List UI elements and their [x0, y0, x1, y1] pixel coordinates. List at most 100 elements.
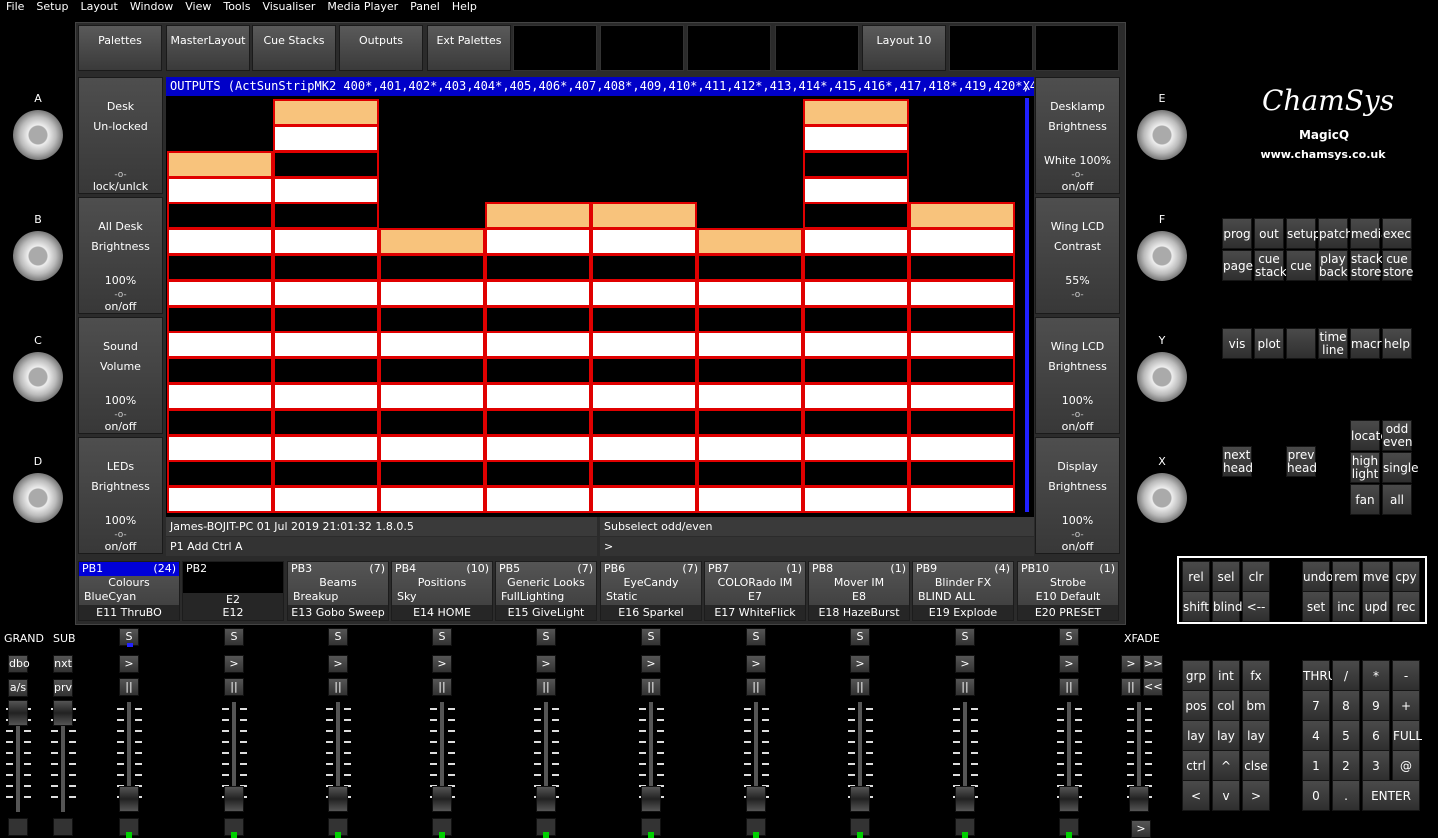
key-fan[interactable]: fan — [1350, 484, 1380, 515]
playback-pause-button[interactable]: || — [224, 678, 244, 696]
pb7-window[interactable]: PB7 (1) COLORado IM E7 E17 WhiteFlick — [704, 561, 806, 621]
window-tab-5[interactable]: Ext Palettes — [427, 25, 511, 71]
key-pos[interactable]: pos — [1182, 690, 1210, 721]
key-vis[interactable]: vis — [1222, 328, 1252, 359]
window-tab-6[interactable] — [513, 25, 597, 71]
key-keypad-at[interactable]: @ — [1392, 750, 1420, 781]
key-keypad-star[interactable]: * — [1362, 660, 1390, 691]
as-button[interactable]: a/s — [8, 679, 28, 697]
key-col[interactable]: col — [1212, 690, 1240, 721]
fader-handle[interactable] — [53, 700, 73, 726]
playback-go-button[interactable]: > — [119, 655, 139, 673]
flash-button[interactable] — [53, 818, 73, 836]
key-keypad-dot[interactable]: . — [1332, 780, 1360, 811]
playback-go-button[interactable]: > — [641, 655, 661, 673]
prv-button[interactable]: prv — [53, 679, 73, 697]
playback-select-button[interactable]: S — [641, 628, 661, 646]
key-time-line[interactable]: time line — [1318, 328, 1348, 359]
key-keypad-7[interactable]: 7 — [1302, 690, 1330, 721]
pb5-window[interactable]: PB5 (7) Generic Looks FullLighting E15 GiveL… — [495, 561, 597, 621]
key-keypad-slash[interactable]: / — [1332, 660, 1360, 691]
menu-tools[interactable]: Tools — [217, 0, 256, 14]
right-soft-button-4[interactable]: Display Brightness 100% -o-on/off — [1035, 437, 1120, 554]
fader-handle[interactable] — [850, 786, 870, 812]
playback-go-button[interactable]: > — [746, 655, 766, 673]
playback-pause-button[interactable]: || — [328, 678, 348, 696]
key-cue-stack[interactable]: cue stack — [1254, 250, 1287, 281]
key-page[interactable]: page — [1222, 250, 1253, 281]
playback-go-button[interactable]: > — [955, 655, 975, 673]
key-blank[interactable] — [1286, 328, 1316, 359]
window-tab-2[interactable]: MasterLayout — [166, 25, 250, 71]
key-grp[interactable]: grp — [1182, 660, 1210, 691]
fader-handle[interactable] — [955, 786, 975, 812]
key-next-head[interactable]: next head — [1222, 446, 1253, 477]
fader-handle[interactable] — [1059, 786, 1079, 812]
key-keypad-0[interactable]: 0 — [1302, 780, 1330, 811]
playback-select-button[interactable]: S — [224, 628, 244, 646]
nxt-button[interactable]: nxt — [53, 655, 73, 673]
key-play-back[interactable]: play back — [1318, 250, 1348, 281]
key-high-light[interactable]: high light — [1350, 452, 1380, 483]
playback-pause-button[interactable]: || — [746, 678, 766, 696]
left-soft-button-4[interactable]: LEDs Brightness 100% -o-on/off — [78, 437, 163, 554]
key-keypad-2[interactable]: 2 — [1332, 750, 1360, 781]
pb9-window[interactable]: PB9 (4) Blinder FX BLIND ALL E19 Explode — [912, 561, 1014, 621]
encoder-x-knob[interactable] — [1137, 473, 1187, 523]
key-keypad-8[interactable]: 8 — [1332, 690, 1360, 721]
key-lay-1[interactable]: lay 1 — [1182, 720, 1210, 773]
key-keypad-minus[interactable]: - — [1392, 660, 1420, 691]
key-down[interactable]: v — [1212, 780, 1240, 811]
playback-pause-button[interactable]: || — [1059, 678, 1079, 696]
key-keypad-1[interactable]: 1 — [1302, 750, 1330, 781]
key-cue-store[interactable]: cue store — [1382, 250, 1413, 281]
key-all[interactable]: all — [1382, 484, 1412, 515]
pb1-window[interactable]: PB1 (24) Colours BlueCyan E11 ThruBO — [78, 561, 180, 621]
encoder-a-knob[interactable] — [13, 110, 63, 160]
key-prev-head[interactable]: prev head — [1286, 446, 1317, 477]
key-single[interactable]: single — [1382, 452, 1419, 483]
encoder-y-knob[interactable] — [1137, 352, 1187, 402]
window-tab-4[interactable]: Outputs — [339, 25, 423, 71]
key-help[interactable]: help — [1382, 328, 1412, 359]
menu-window[interactable]: Window — [124, 0, 179, 14]
key-fx[interactable]: fx — [1242, 660, 1270, 691]
key-keypad-6[interactable]: 6 — [1362, 720, 1390, 751]
pb2-window[interactable]: PB2 E2 E12 — [182, 561, 284, 621]
window-tab-7[interactable] — [600, 25, 684, 71]
playback-select-button[interactable]: S — [850, 628, 870, 646]
key-exec[interactable]: exec — [1382, 218, 1412, 249]
key-int[interactable]: int — [1212, 660, 1240, 691]
playback-pause-button[interactable]: || — [119, 678, 139, 696]
key-prog[interactable]: prog — [1222, 218, 1252, 249]
encoder-f-knob[interactable] — [1137, 231, 1187, 281]
key-keypad-9[interactable]: 9 — [1362, 690, 1390, 721]
left-soft-button-1[interactable]: Desk Un-locked -o-lock/unlck — [78, 77, 163, 194]
playback-pause-button[interactable]: || — [432, 678, 452, 696]
xfade-rewind-button[interactable]: << — [1143, 678, 1163, 696]
pb6-window[interactable]: PB6 (7) EyeCandy Static E16 Sparkel — [600, 561, 702, 621]
key-stack-store[interactable]: stack store — [1350, 250, 1383, 281]
key-keypad-full[interactable]: FULL — [1392, 720, 1422, 751]
playback-go-button[interactable]: > — [224, 655, 244, 673]
menu-help[interactable]: Help — [446, 0, 483, 14]
key-media[interactable]: media — [1350, 218, 1388, 249]
fader-handle[interactable] — [8, 700, 28, 726]
menu-panel[interactable]: Panel — [404, 0, 446, 14]
key-keypad-enter[interactable]: ENTER — [1362, 780, 1420, 811]
playback-pause-button[interactable]: || — [850, 678, 870, 696]
playback-pause-button[interactable]: || — [641, 678, 661, 696]
xfade-go-button[interactable]: > — [1121, 655, 1141, 673]
key-bm[interactable]: bm — [1242, 690, 1270, 721]
key-setup[interactable]: setup — [1286, 218, 1321, 249]
playback-select-button[interactable]: S — [536, 628, 556, 646]
key-lay-3[interactable]: lay 3 — [1242, 720, 1270, 773]
command-line[interactable]: P1 Add Ctrl A — [166, 537, 597, 556]
key-right[interactable]: > — [1242, 780, 1270, 811]
fader-handle[interactable] — [746, 786, 766, 812]
key-locate[interactable]: locate — [1350, 420, 1388, 451]
playback-select-button[interactable]: S — [1059, 628, 1079, 646]
left-soft-button-3[interactable]: Sound Volume 100% -o-on/off — [78, 317, 163, 434]
key-left[interactable]: < — [1182, 780, 1210, 811]
fader-handle[interactable] — [224, 786, 244, 812]
